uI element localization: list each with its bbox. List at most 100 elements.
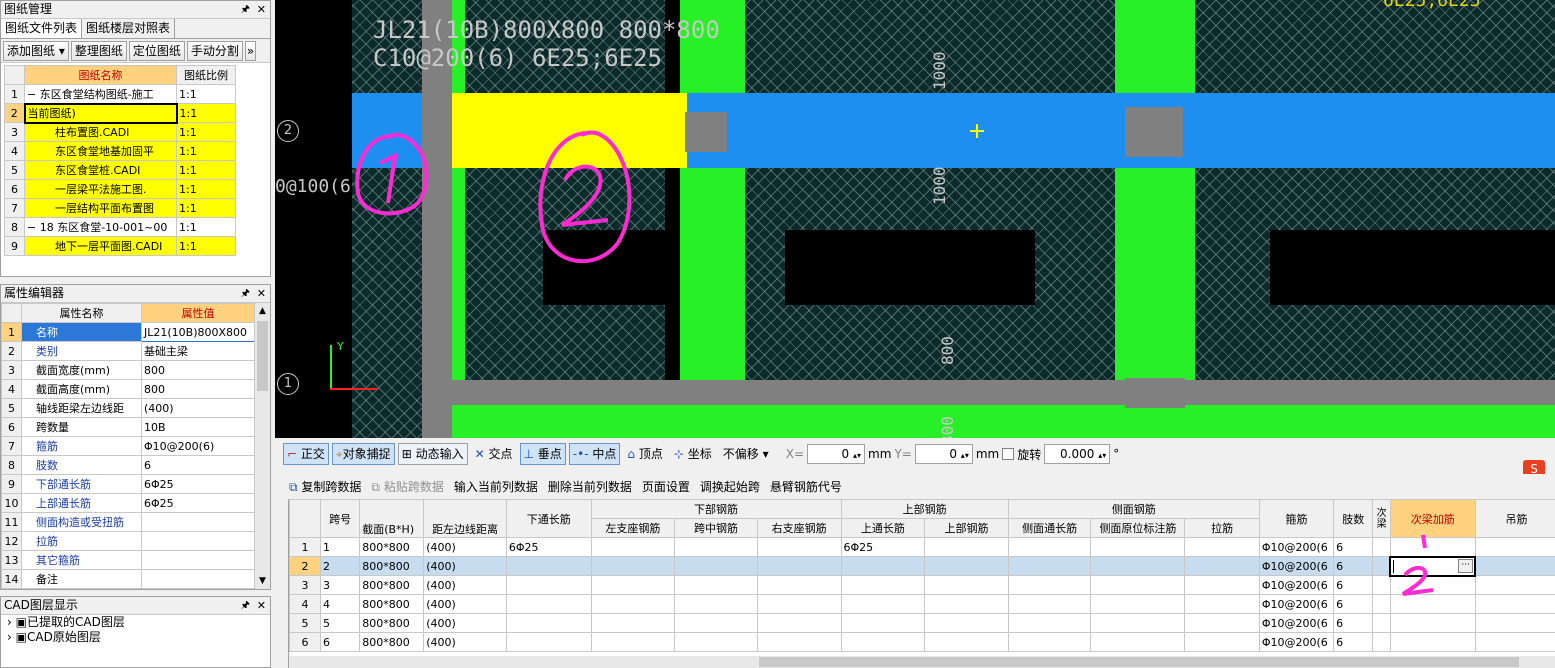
grid-cell[interactable] [1474, 537, 1555, 557]
grid-cell[interactable] [1090, 556, 1186, 576]
x-input[interactable]: 0 ▴▾ [807, 444, 866, 464]
horizontal-scrollbar[interactable] [289, 656, 1555, 668]
table-row[interactable]: 10 上部通长筋 6Φ25 [1, 493, 255, 513]
property-value[interactable] [141, 569, 255, 589]
grid-cell[interactable] [756, 594, 842, 614]
grid-cell[interactable] [1184, 575, 1260, 595]
property-value[interactable] [141, 512, 255, 532]
tab-drawing-list[interactable]: 图纸文件列表 [1, 19, 83, 38]
stirrup-cell[interactable]: Φ10@200(6 [1258, 632, 1335, 652]
property-value[interactable]: 800 [141, 360, 255, 380]
grid-cell[interactable] [924, 556, 1009, 576]
grid-cell[interactable] [590, 613, 676, 633]
grid-cell[interactable] [756, 575, 842, 595]
coordinate-snap-button[interactable]: ⊹ 坐标 [669, 443, 716, 465]
grid-cell[interactable] [1007, 594, 1092, 614]
table-row[interactable]: 5 轴线距梁左边线距 (400) [1, 398, 255, 418]
table-row[interactable]: 5 5 800*800 (400) Φ10@200(6 6 [289, 613, 1555, 633]
table-row[interactable]: 8− 18 东区食堂-10-001~00 1:1 [4, 217, 236, 237]
grid-cell[interactable] [1184, 613, 1260, 633]
property-value[interactable]: (400) [141, 398, 255, 418]
section-cell[interactable]: 800*800 [359, 613, 425, 633]
property-value[interactable]: JL21(10B)800X800 [141, 322, 255, 342]
grid-cell[interactable] [1372, 594, 1391, 614]
grid-cell[interactable] [1389, 537, 1476, 557]
rotate-checkbox[interactable] [1002, 448, 1015, 460]
distance-cell[interactable]: (400) [423, 556, 507, 576]
dynamic-input-button[interactable]: ⊞ 动态输入 [397, 443, 468, 465]
table-row[interactable]: 13 其它箍筋 [1, 550, 255, 570]
midpoint-snap-button[interactable]: -•- 中点 [568, 443, 621, 465]
grid-cell[interactable] [1007, 537, 1092, 557]
grid-cell[interactable] [590, 632, 676, 652]
drawing-scale[interactable]: 1:1 [176, 84, 236, 104]
bottom-continuous-cell[interactable] [505, 556, 592, 576]
grid-cell[interactable] [924, 594, 1009, 614]
spin-icon[interactable]: ▴▾ [1098, 451, 1106, 460]
table-row[interactable]: 11 侧面构造或受扭筋 [1, 512, 255, 532]
spin-icon[interactable]: ▴▾ [961, 451, 969, 460]
grid-cell[interactable] [756, 556, 842, 576]
grid-cell[interactable] [590, 575, 676, 595]
grid-cell[interactable] [1474, 594, 1555, 614]
pin-icon[interactable]: 🖈 [241, 1, 250, 18]
stirrup-cell[interactable]: Φ10@200(6 [1258, 594, 1335, 614]
col-drawing-scale[interactable]: 图纸比例 [176, 65, 236, 85]
legs-cell[interactable]: 6 [1333, 632, 1374, 652]
grid-cell[interactable] [1474, 556, 1555, 576]
span-cell[interactable]: 3 [319, 575, 361, 595]
grid-cell[interactable] [674, 594, 758, 614]
grid-cell[interactable] [674, 537, 758, 557]
table-row[interactable]: 6 6 800*800 (400) Φ10@200(6 6 [289, 632, 1555, 652]
top-continuous-cell[interactable] [840, 575, 926, 595]
grid-cell[interactable] [1474, 632, 1555, 652]
grid-cell[interactable] [1184, 556, 1260, 576]
close-icon[interactable]: ✕ [257, 597, 266, 614]
table-row[interactable]: 7 箍筋 Φ10@200(6) [1, 436, 255, 456]
table-row[interactable]: 3 3 800*800 (400) Φ10@200(6 6 [289, 575, 1555, 595]
table-row[interactable]: 2 当前图纸) 1:1 [4, 102, 236, 124]
grid-cell[interactable] [1184, 537, 1260, 557]
pin-icon[interactable]: 🖈 [241, 285, 250, 302]
table-row[interactable]: 2 2 800*800 (400) Φ10@200(6 6 ··· [289, 555, 1555, 577]
drawing-scale[interactable]: 1:1 [176, 103, 236, 123]
table-row[interactable]: 1 名称 JL21(10B)800X800 [1, 322, 255, 342]
top-continuous-cell[interactable]: 6Φ25 [840, 537, 926, 557]
cad-canvas[interactable]: JL21(10B)800X800 800*800 C10@200(6) 6E25… [275, 0, 1555, 438]
legs-cell[interactable]: 6 [1333, 594, 1374, 614]
distance-cell[interactable]: (400) [423, 632, 507, 652]
drawing-scale[interactable]: 1:1 [176, 160, 236, 180]
grid-cell[interactable] [1474, 613, 1555, 633]
bottom-continuous-cell[interactable] [505, 632, 592, 652]
grid-cell[interactable] [674, 613, 758, 633]
span-cell[interactable]: 1 [319, 537, 361, 557]
layer-item[interactable]: › ▣CAD原始图层 [1, 630, 270, 645]
add-drawing-button[interactable]: 添加图纸 ▾ [3, 40, 69, 61]
top-continuous-cell[interactable] [840, 632, 926, 652]
drawing-name[interactable]: − 18 东区食堂-10-001~00 [24, 217, 177, 237]
section-cell[interactable]: 800*800 [359, 556, 425, 576]
grid-cell[interactable] [1372, 575, 1391, 595]
col-drawing-name[interactable]: 图纸名称 [24, 65, 177, 85]
scroll-thumb[interactable] [257, 321, 268, 391]
property-value[interactable]: 6Φ25 [141, 474, 255, 494]
legs-cell[interactable]: 6 [1333, 537, 1374, 557]
grid-cell[interactable] [1372, 632, 1391, 652]
swap-start-span-button[interactable]: 调换起始跨 [700, 478, 760, 495]
grid-cell[interactable] [1372, 613, 1391, 633]
grid-cell[interactable] [674, 575, 758, 595]
drawing-name[interactable]: 当前图纸) [23, 102, 178, 124]
property-value[interactable]: 800 [141, 379, 255, 399]
layer-item[interactable]: › ▣已提取的CAD图层 [1, 615, 270, 630]
drawing-name[interactable]: 地下一层平面图.CADI [24, 236, 177, 256]
grid-cell[interactable] [590, 537, 676, 557]
object-snap-button[interactable]: ⌖对象捕捉 [331, 443, 395, 465]
table-row[interactable]: 9 地下一层平面图.CADI 1:1 [4, 236, 236, 256]
delete-column-button[interactable]: 删除当前列数据 [548, 478, 632, 495]
bottom-continuous-cell[interactable]: 6Φ25 [505, 537, 592, 557]
span-cell[interactable]: 5 [319, 613, 361, 633]
expand-icon[interactable]: › [7, 630, 12, 644]
bottom-continuous-cell[interactable] [505, 594, 592, 614]
drawing-name[interactable]: − 东区食堂结构图纸-施工 [24, 84, 177, 104]
scroll-up-icon[interactable]: ▲ [255, 303, 270, 319]
